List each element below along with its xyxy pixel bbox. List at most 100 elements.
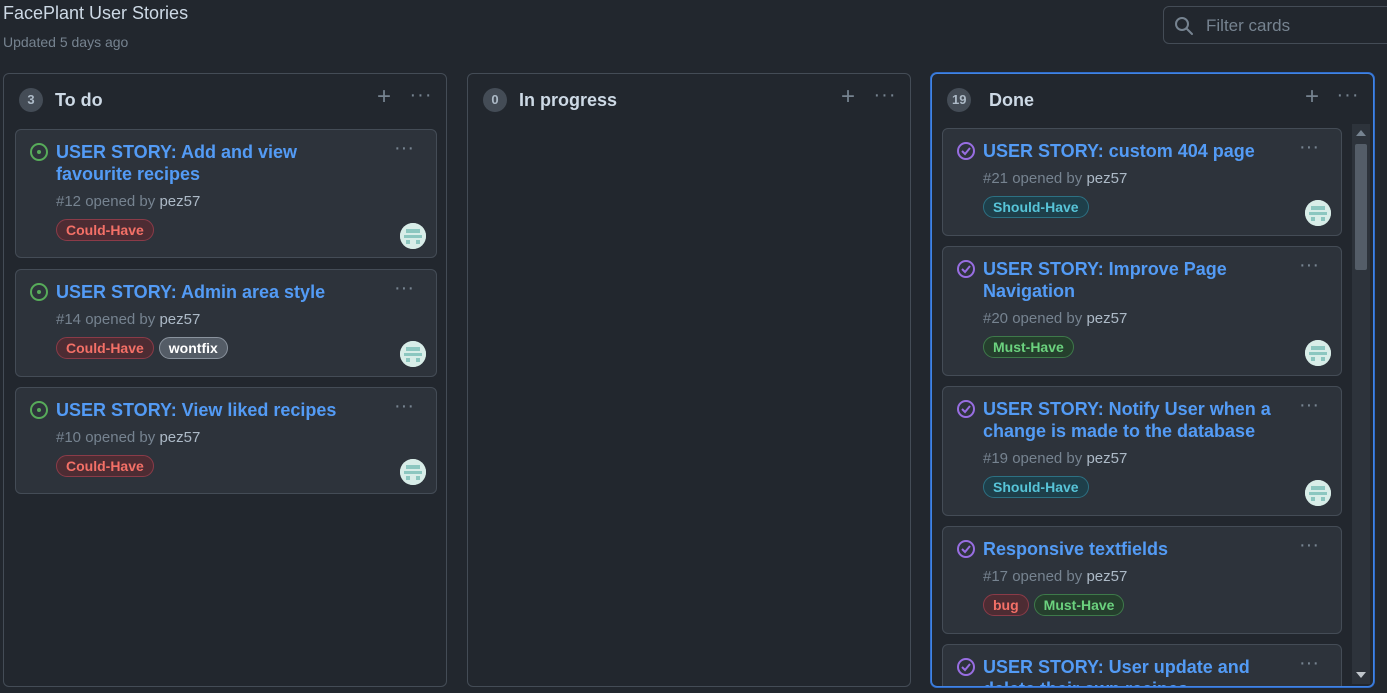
avatar[interactable] (1305, 480, 1331, 506)
kebab-icon[interactable]: ··· (1335, 85, 1361, 107)
card-meta: #14 opened by pez57 (56, 311, 200, 328)
card-title-link[interactable]: Responsive textfields (983, 538, 1273, 560)
card-meta: #10 opened by pez57 (56, 429, 200, 446)
author-link[interactable]: pez57 (1086, 450, 1127, 467)
avatar[interactable] (400, 341, 426, 367)
plus-icon[interactable]: + (1301, 85, 1323, 110)
issue-closed-icon (957, 540, 975, 558)
issue-open-icon (30, 401, 48, 419)
column-header: 3 To do + ··· (4, 74, 446, 126)
author-link[interactable]: pez57 (1086, 310, 1127, 327)
label-must-have[interactable]: Must-Have (1033, 594, 1125, 616)
label-list: Could-Have (56, 219, 154, 241)
issue-card[interactable]: USER STORY: Notify User when a change is… (942, 386, 1342, 516)
issue-card[interactable]: USER STORY: Improve Page Navigation #20 … (942, 246, 1342, 376)
author-link[interactable]: pez57 (159, 311, 200, 328)
plus-icon[interactable]: + (373, 85, 395, 110)
card-meta: #21 opened by pez57 (983, 170, 1127, 187)
scrollbar-thumb[interactable] (1355, 144, 1367, 270)
issue-number: #14 (56, 311, 82, 328)
column-header: 0 In progress + ··· (468, 74, 910, 126)
avatar[interactable] (400, 223, 426, 249)
column-header: 19 Done + ··· (932, 74, 1373, 126)
issue-number: #19 (983, 450, 1009, 467)
issue-number: #10 (56, 429, 82, 446)
filter-cards-field[interactable] (1163, 6, 1387, 45)
label-should-have[interactable]: Should-Have (983, 476, 1089, 498)
issue-card[interactable]: USER STORY: User update and delete their… (942, 644, 1342, 686)
issue-closed-icon (957, 658, 975, 676)
project-updated: Updated 5 days ago (3, 34, 129, 50)
avatar[interactable] (1305, 200, 1331, 226)
opened-by-text: opened by (1012, 310, 1083, 327)
column-name: In progress (519, 90, 618, 110)
kebab-icon[interactable]: ··· (1299, 255, 1319, 275)
label-list: Must-Have (983, 336, 1074, 358)
scroll-up-arrow-icon[interactable] (1356, 130, 1366, 136)
scroll-down-arrow-icon[interactable] (1356, 672, 1366, 678)
label-wontfix[interactable]: wontfix (158, 337, 228, 359)
issue-card[interactable]: USER STORY: Add and view favourite recip… (15, 129, 437, 258)
label-list: Could-Have (56, 455, 154, 477)
author-link[interactable]: pez57 (1086, 170, 1127, 187)
issue-card[interactable]: USER STORY: custom 404 page #21 opened b… (942, 128, 1342, 236)
issue-open-icon (30, 143, 48, 161)
label-could-have[interactable]: Could-Have (56, 455, 154, 477)
card-title-link[interactable]: USER STORY: custom 404 page (983, 140, 1273, 162)
kebab-icon[interactable]: ··· (1299, 137, 1319, 157)
card-meta: #17 opened by pez57 (983, 568, 1127, 585)
opened-by-text: opened by (1012, 450, 1083, 467)
issue-card[interactable]: Responsive textfields #17 opened by pez5… (942, 526, 1342, 634)
kebab-icon[interactable]: ··· (1299, 535, 1319, 555)
label-bug[interactable]: bug (983, 594, 1029, 616)
label-should-have[interactable]: Should-Have (983, 196, 1089, 218)
label-must-have[interactable]: Must-Have (983, 336, 1074, 358)
label-could-have[interactable]: Could-Have (56, 337, 154, 359)
avatar[interactable] (400, 459, 426, 485)
column-card-count: 0 (483, 88, 507, 112)
author-link[interactable]: pez57 (159, 193, 200, 210)
card-title-link[interactable]: USER STORY: Add and view favourite recip… (56, 141, 346, 185)
label-list: Should-Have (983, 476, 1089, 498)
kebab-icon[interactable]: ··· (408, 85, 434, 107)
issue-number: #21 (983, 170, 1009, 187)
kebab-icon[interactable]: ··· (872, 85, 898, 107)
card-title-link[interactable]: USER STORY: Improve Page Navigation (983, 258, 1273, 302)
avatar[interactable] (1305, 340, 1331, 366)
opened-by-text: opened by (1012, 568, 1083, 585)
issue-number: #12 (56, 193, 82, 210)
kebab-icon[interactable]: ··· (394, 278, 414, 298)
issue-closed-icon (957, 400, 975, 418)
label-list: bug Must-Have (983, 594, 1125, 616)
opened-by-text: opened by (85, 311, 156, 328)
opened-by-text: opened by (85, 193, 156, 210)
author-link[interactable]: pez57 (1086, 568, 1127, 585)
kebab-icon[interactable]: ··· (394, 396, 414, 416)
author-link[interactable]: pez57 (159, 429, 200, 446)
card-title-link[interactable]: USER STORY: Notify User when a change is… (983, 398, 1273, 442)
kebab-icon[interactable]: ··· (1299, 653, 1319, 673)
card-meta: #12 opened by pez57 (56, 193, 200, 210)
project-title: FacePlant User Stories (3, 3, 189, 23)
card-title-link[interactable]: USER STORY: Admin area style (56, 281, 346, 303)
issue-card[interactable]: USER STORY: View liked recipes #10 opene… (15, 387, 437, 494)
column-in-progress: 0 In progress + ··· (467, 73, 911, 687)
column-name: To do (55, 90, 103, 110)
column-card-count: 3 (19, 88, 43, 112)
column-card-count: 19 (947, 88, 972, 112)
kebab-icon[interactable]: ··· (394, 138, 414, 158)
issue-number: #20 (983, 310, 1009, 327)
label-list: Should-Have (983, 196, 1089, 218)
opened-by-text: opened by (1012, 170, 1083, 187)
label-could-have[interactable]: Could-Have (56, 219, 154, 241)
done-column-scrollbar[interactable] (1352, 124, 1370, 684)
card-title-link[interactable]: USER STORY: User update and delete their… (983, 656, 1273, 686)
kebab-icon[interactable]: ··· (1299, 395, 1319, 415)
filter-cards-input[interactable] (1204, 7, 1387, 45)
search-icon (1175, 17, 1193, 35)
card-title-link[interactable]: USER STORY: View liked recipes (56, 399, 346, 421)
plus-icon[interactable]: + (837, 85, 859, 110)
issue-closed-icon (957, 260, 975, 278)
column-todo: 3 To do + ··· USER STORY: Add and view f… (3, 73, 447, 687)
issue-card[interactable]: USER STORY: Admin area style #14 opened … (15, 269, 437, 377)
